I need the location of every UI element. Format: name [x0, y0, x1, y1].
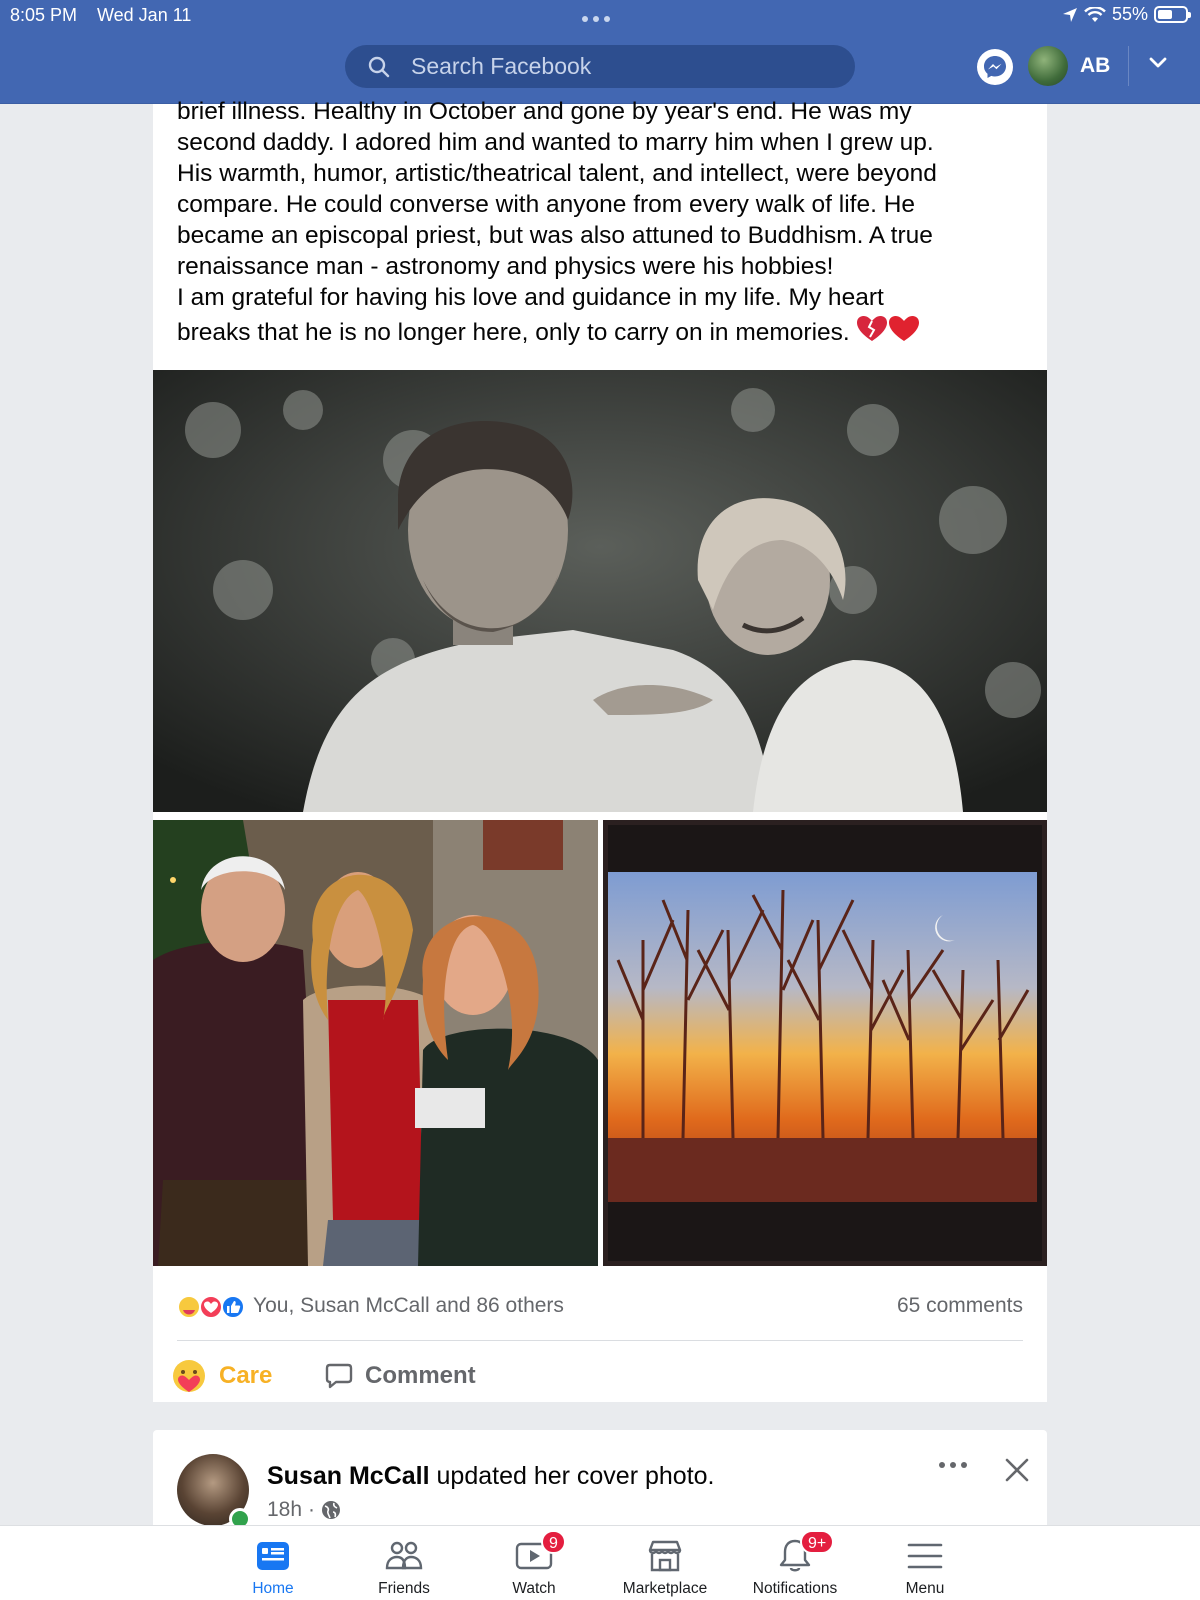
love-reaction-icon [199, 1295, 223, 1319]
post-text-line: renaissance man - astronomy and physics … [177, 253, 834, 280]
post-meta: 18h · [267, 1498, 341, 1522]
battery-icon [1154, 6, 1191, 23]
nav-label: Marketplace [622, 1580, 708, 1597]
more-options-icon[interactable] [938, 1460, 968, 1470]
nav-menu[interactable]: Menu [860, 1526, 990, 1600]
nav-label: Friends [378, 1580, 430, 1597]
post-photo-painting[interactable] [603, 820, 1047, 1266]
chevron-down-icon[interactable] [1148, 56, 1168, 70]
search-input[interactable] [411, 45, 831, 88]
photo-man-and-girl [153, 370, 1047, 812]
like-reaction-icon [221, 1295, 245, 1319]
post-text-line: breaks that he is no longer here, only t… [177, 319, 850, 346]
home-icon [257, 1542, 289, 1570]
post-divider [177, 1340, 1023, 1341]
reactions-text[interactable]: You, Susan McCall and 86 others [253, 1294, 564, 1318]
author-name[interactable]: Susan McCall [267, 1462, 430, 1490]
nav-friends[interactable]: Friends [339, 1526, 469, 1600]
photo-sunset-trees-painting [603, 820, 1047, 1266]
nav-label: Notifications [752, 1580, 838, 1597]
comment-label: Comment [365, 1362, 476, 1389]
notifications-badge: 9+ [800, 1530, 835, 1554]
post-headline: Susan McCall updated her cover photo. [267, 1462, 715, 1491]
messenger-button[interactable] [977, 49, 1013, 85]
nav-notifications[interactable]: 9+ Notifications [730, 1526, 860, 1600]
messenger-icon [984, 56, 1006, 78]
search-icon [368, 56, 390, 78]
wifi-icon [1084, 6, 1106, 22]
care-icon [173, 1360, 205, 1392]
reactions-summary[interactable]: You, Susan McCall and 86 others 65 comme… [177, 1290, 1023, 1324]
status-time: 8:05 PM [10, 5, 78, 25]
status-bar: 8:05 PM Wed Jan 11 55% [0, 0, 1200, 30]
post-text-line: second daddy. I adored him and wanted to… [177, 129, 934, 156]
watch-badge: 9 [541, 1530, 566, 1554]
menu-icon [907, 1543, 943, 1569]
care-button[interactable]: Care [171, 1354, 272, 1398]
nav-label: Menu [905, 1580, 945, 1597]
friends-icon [385, 1541, 423, 1570]
comments-count[interactable]: 65 comments [897, 1294, 1023, 1318]
care-reaction-icon [177, 1295, 201, 1319]
post-text-line: His warmth, humor, artistic/theatrical t… [177, 160, 937, 187]
post-text-line: became an episcopal priest, but was also… [177, 222, 933, 249]
battery-percent: 55% [1111, 4, 1148, 24]
profile-avatar[interactable] [1028, 46, 1068, 86]
meta-separator: · [308, 1498, 316, 1521]
profile-initials[interactable]: AB [1080, 54, 1110, 78]
search-bar[interactable] [345, 45, 855, 88]
post-card: brief illness. Healthy in October and go… [153, 98, 1047, 1402]
photo-three-people [153, 820, 598, 1266]
care-label: Care [219, 1362, 273, 1389]
post-text-line: I am grateful for having his love and gu… [177, 284, 884, 311]
nav-label: Watch [512, 1580, 556, 1597]
top-bar: 8:05 PM Wed Jan 11 55% AB [0, 0, 1200, 104]
post-text-line: compare. He could converse with anyone f… [177, 191, 916, 218]
post-photo-family[interactable] [153, 820, 598, 1266]
post-text-line: brief illness. Healthy in October and go… [177, 98, 912, 125]
nav-marketplace[interactable]: Marketplace [600, 1526, 730, 1600]
post-action-text: updated her cover photo. [429, 1462, 715, 1490]
post-photo-main[interactable] [153, 370, 1047, 812]
reaction-icons [177, 1295, 245, 1319]
heart-emojis-icon [856, 316, 919, 341]
multitasking-dots-icon[interactable] [582, 16, 610, 22]
comment-button[interactable]: Comment [325, 1354, 476, 1398]
globe-icon [322, 1501, 341, 1519]
post-time[interactable]: 18h [267, 1498, 302, 1522]
status-date: Wed Jan 11 [97, 5, 192, 25]
post-body-text: brief illness. Healthy in October and go… [177, 96, 1027, 353]
close-icon[interactable] [1005, 1458, 1029, 1482]
bottom-navigation: Home Friends 9 Watch Marketplace 9+ Noti… [0, 1525, 1200, 1600]
status-right: 55% [1062, 4, 1191, 25]
nav-label: Home [252, 1580, 294, 1597]
header-divider [1128, 46, 1129, 86]
nav-home[interactable]: Home [208, 1526, 338, 1600]
comment-icon [325, 1363, 353, 1389]
marketplace-icon [648, 1540, 682, 1572]
nav-watch[interactable]: 9 Watch [469, 1526, 599, 1600]
location-arrow-icon [1062, 7, 1077, 22]
